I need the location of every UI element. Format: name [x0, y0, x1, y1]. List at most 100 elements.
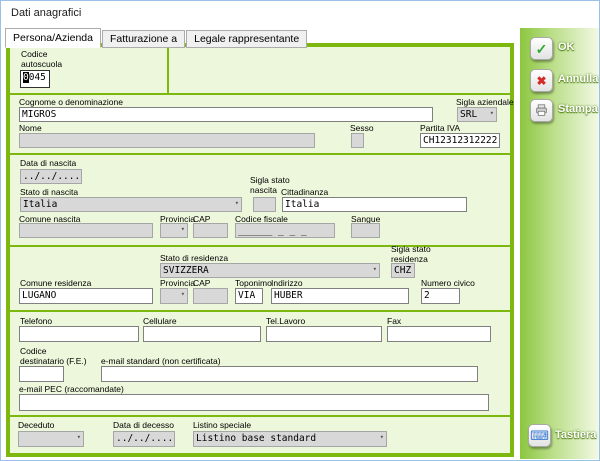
- partita-iva-label: Partita IVA: [420, 123, 460, 133]
- stato-nascita-dropdown[interactable]: Italia ▾: [20, 197, 242, 212]
- comune-nascita-field: [19, 223, 153, 238]
- email-standard-label: e-mail standard (non certificata): [101, 356, 221, 366]
- indirizzo-label: Indirizzo: [271, 278, 303, 288]
- toponimo-label: Toponimo: [235, 278, 272, 288]
- action-sidebar: ✓ OK ✖ Annulla Stampa ⌨ Tastiera: [520, 28, 599, 459]
- comune-residenza-field[interactable]: LUGANO: [19, 288, 153, 304]
- numero-civico-label: Numero civico: [421, 278, 475, 288]
- chevron-down-icon: ▾: [373, 265, 377, 273]
- cognome-label: Cognome o denominazione: [19, 97, 123, 107]
- codice-destinatario-field[interactable]: [19, 366, 64, 382]
- chevron-down-icon: ▾: [490, 109, 494, 117]
- section-divider: [10, 415, 510, 417]
- listino-speciale-label: Listino speciale: [193, 420, 251, 430]
- tastiera-button[interactable]: ⌨: [528, 424, 551, 447]
- provincia-residenza-dropdown: ▾: [160, 288, 188, 304]
- codice-destinatario-label-line2: destinatario (F.E.): [20, 356, 87, 366]
- chevron-down-icon: ▾: [181, 225, 185, 233]
- sigla-stato-residenza-field: CHZ: [391, 263, 415, 278]
- ok-button-label: OK: [558, 41, 575, 53]
- numero-civico-field[interactable]: 2: [421, 288, 460, 304]
- chevron-down-icon: ▾: [380, 433, 384, 441]
- section-divider: [10, 245, 510, 247]
- tastiera-button-label: Tastiera: [555, 429, 596, 441]
- dati-anagrafici-window: Dati anagrafici Persona/Azienda Fatturaz…: [0, 0, 600, 461]
- fax-label: Fax: [387, 316, 401, 326]
- tab-fatturazione-a[interactable]: Fatturazione a: [102, 30, 185, 48]
- sigla-stato-nascita-field: [253, 197, 276, 212]
- comune-residenza-label: Comune residenza: [20, 278, 91, 288]
- x-icon: ✖: [536, 75, 546, 87]
- section-divider: [167, 47, 169, 93]
- telefono-label: Telefono: [20, 316, 52, 326]
- fax-field[interactable]: [387, 326, 491, 342]
- cognome-field[interactable]: MIGROS: [19, 107, 433, 122]
- annulla-button[interactable]: ✖: [530, 69, 553, 92]
- data-nascita-label: Data di nascita: [20, 158, 76, 168]
- sigla-aziendale-dropdown[interactable]: SRL ▾: [457, 107, 497, 122]
- email-pec-field[interactable]: [19, 394, 489, 411]
- cittadinanza-label: Cittadinanza: [281, 187, 328, 197]
- codice-fiscale-field: ______ _ _ _: [235, 223, 335, 238]
- partita-iva-field[interactable]: CH12312312222: [420, 133, 500, 148]
- cap-residenza-label: CAP: [193, 278, 210, 288]
- tab-persona-azienda[interactable]: Persona/Azienda: [5, 28, 101, 48]
- section-divider: [10, 310, 510, 312]
- codice-autoscuola-label-line2: autoscuola: [21, 59, 62, 69]
- dropdown-value: Italia: [23, 199, 57, 210]
- provincia-residenza-label: Provincia: [160, 278, 195, 288]
- field-text: 045: [29, 72, 46, 83]
- cap-residenza-field: [193, 288, 228, 304]
- sigla-stato-nascita-label-line1: Sigla stato: [250, 175, 290, 185]
- codice-destinatario-label-line1: Codice: [20, 346, 46, 356]
- toponimo-field[interactable]: VIA: [235, 288, 263, 304]
- dropdown-value: Listino base standard: [196, 433, 316, 444]
- codice-autoscuola-field[interactable]: 0045: [20, 70, 50, 88]
- form-panel: Codice autoscuola 0045 Cognome o denomin…: [6, 43, 514, 457]
- chevron-down-icon: ▾: [77, 433, 81, 441]
- check-icon: ✓: [536, 42, 548, 56]
- tab-strip: Persona/Azienda Fatturazione a Legale ra…: [5, 28, 308, 48]
- deceduto-dropdown: ▾: [18, 431, 84, 447]
- provincia-nascita-dropdown: ▾: [160, 223, 188, 238]
- ok-button[interactable]: ✓: [530, 37, 553, 60]
- stato-residenza-label: Stato di residenza: [160, 253, 228, 263]
- nome-label: Nome: [19, 123, 42, 133]
- dropdown-value: SVIZZERA: [163, 265, 209, 276]
- stampa-button[interactable]: [530, 99, 553, 122]
- stampa-button-label: Stampa: [558, 103, 598, 115]
- codice-autoscuola-label-line1: Codice: [21, 49, 47, 59]
- chevron-down-icon: ▾: [181, 290, 185, 298]
- deceduto-label: Deceduto: [18, 420, 54, 430]
- nome-field: [19, 133, 315, 148]
- cellulare-field[interactable]: [143, 326, 261, 342]
- dropdown-value: SRL: [460, 109, 477, 120]
- data-nascita-field: ../../....: [20, 169, 82, 184]
- email-standard-field[interactable]: [101, 366, 478, 382]
- sigla-aziendale-label: Sigla aziendale: [456, 97, 514, 107]
- telefono-field[interactable]: [19, 326, 139, 342]
- tel-lavoro-label: Tel.Lavoro: [266, 316, 305, 326]
- stato-residenza-dropdown[interactable]: SVIZZERA ▾: [160, 263, 380, 278]
- indirizzo-field[interactable]: HUBER: [271, 288, 409, 304]
- cittadinanza-field[interactable]: Italia: [282, 197, 467, 212]
- tab-legale-rappresentante[interactable]: Legale rappresentante: [186, 30, 307, 48]
- section-divider: [10, 153, 510, 155]
- email-pec-label: e-mail PEC (raccomandate): [19, 384, 124, 394]
- cap-nascita-field: [193, 223, 228, 238]
- keyboard-icon: ⌨: [530, 429, 549, 442]
- stato-nascita-label: Stato di nascita: [20, 187, 78, 197]
- cellulare-label: Cellulare: [143, 316, 177, 326]
- sesso-label: Sesso: [350, 123, 374, 133]
- data-decesso-field: ../../....: [113, 431, 175, 447]
- chevron-down-icon: ▾: [235, 199, 239, 207]
- tel-lavoro-field[interactable]: [266, 326, 382, 342]
- annulla-button-label: Annulla: [558, 73, 598, 85]
- sigla-stato-nascita-label-line2: nascita: [250, 185, 277, 195]
- sesso-field: [351, 133, 364, 148]
- sangue-field: [351, 223, 380, 238]
- data-decesso-label: Data di decesso: [113, 420, 174, 430]
- sigla-stato-residenza-label-line1: Sigla stato: [391, 244, 431, 254]
- printer-icon: [535, 104, 548, 117]
- listino-speciale-dropdown[interactable]: Listino base standard ▾: [193, 431, 387, 447]
